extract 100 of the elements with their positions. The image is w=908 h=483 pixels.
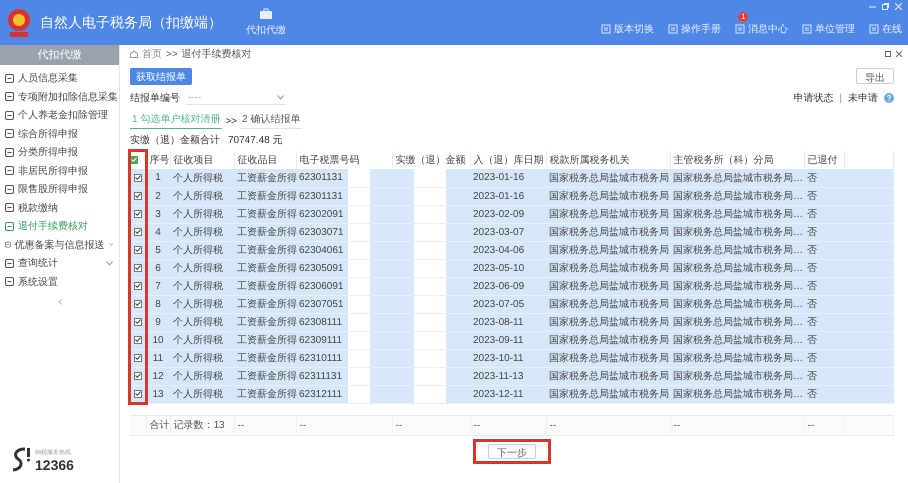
table-cell: 国家税务总局盐城市税务局… bbox=[670, 313, 804, 331]
sidebar-item[interactable]: 查询统计 bbox=[0, 254, 119, 272]
column-header: 税款所属税务机关 bbox=[546, 151, 670, 169]
table-cell: -- bbox=[670, 415, 804, 435]
checkbox[interactable] bbox=[134, 390, 142, 398]
checkbox[interactable] bbox=[134, 318, 142, 326]
checkbox[interactable] bbox=[134, 300, 142, 308]
checkmark-icon bbox=[135, 229, 141, 234]
fetch-button[interactable]: 获取结报单 bbox=[130, 68, 192, 84]
table-cell: 个人所得税 bbox=[170, 241, 234, 259]
table-cell: 62307051 bbox=[296, 295, 392, 313]
table-cell: 62301131 bbox=[296, 187, 392, 205]
table-cell: 工资薪金所得 bbox=[234, 169, 296, 187]
sidebar-item[interactable]: 系统设置 bbox=[0, 272, 119, 291]
sidebar-item[interactable]: 非居民所得申报 bbox=[0, 162, 119, 180]
table-cell: 个人所得税 bbox=[170, 259, 234, 277]
sidebar-item[interactable]: 限售股所得申报 bbox=[0, 180, 119, 198]
checkbox[interactable] bbox=[134, 372, 142, 380]
menu-item-icon bbox=[5, 129, 14, 138]
checkbox[interactable] bbox=[134, 246, 142, 254]
table-cell: 工资薪金所得 bbox=[234, 331, 296, 349]
table-cell: 62302091 bbox=[296, 205, 392, 223]
table-cell: 62303071 bbox=[296, 223, 392, 241]
table-cell: 工资薪金所得 bbox=[234, 385, 296, 403]
status-separator: | bbox=[839, 92, 842, 104]
table-cell: 2023-10-11 bbox=[470, 349, 546, 367]
table-cell: -- bbox=[296, 415, 392, 435]
notification-badge: 1 bbox=[738, 12, 748, 22]
close-icon bbox=[895, 3, 902, 10]
column-header: 入（退）库日期 bbox=[470, 151, 546, 169]
collapse-icon bbox=[56, 299, 62, 305]
table-cell: 2023-01-16 bbox=[470, 187, 546, 205]
table-cell: 国家税务总局盐城市税务局 bbox=[546, 187, 670, 205]
step-tab[interactable]: 2 确认结报单 bbox=[240, 110, 302, 129]
table-cell: 否 bbox=[804, 295, 844, 313]
total-label: 实缴（退）金额合计 bbox=[130, 134, 220, 147]
sidebar-item[interactable]: 退付手续费核对 bbox=[0, 217, 119, 236]
checkbox[interactable] bbox=[134, 228, 142, 236]
table-cell: 2023-12-11 bbox=[470, 385, 546, 403]
menu-item-icon bbox=[5, 240, 11, 250]
checkbox[interactable] bbox=[134, 354, 142, 362]
checkbox[interactable] bbox=[134, 174, 142, 182]
table-cell: 2023-08-11 bbox=[470, 313, 546, 331]
briefcase-icon bbox=[259, 8, 273, 20]
breadcrumb-current: 退付手续费核对 bbox=[182, 48, 252, 61]
table-cell: 国家税务总局盐城市税务局… bbox=[670, 331, 804, 349]
table-cell: 2023-05-10 bbox=[470, 259, 546, 277]
table-cell: 工资薪金所得 bbox=[234, 223, 296, 241]
table-cell: 国家税务总局盐城市税务局… bbox=[670, 385, 804, 403]
checkmark-icon bbox=[135, 337, 141, 342]
table-cell: 2023-11-13 bbox=[470, 367, 546, 385]
table-cell: 国家税务总局盐城市税务局 bbox=[546, 259, 670, 277]
emblem-icon bbox=[6, 8, 32, 38]
restore-icon bbox=[882, 3, 889, 10]
checkbox[interactable] bbox=[134, 210, 142, 218]
table-cell: 否 bbox=[804, 259, 844, 277]
table-cell: 否 bbox=[804, 349, 844, 367]
table-cell: 否 bbox=[804, 223, 844, 241]
table-cell: 国家税务总局盐城市税务局… bbox=[670, 241, 804, 259]
menu-item-icon bbox=[5, 258, 14, 268]
checkbox[interactable] bbox=[134, 264, 142, 272]
table-cell: 否 bbox=[804, 205, 844, 223]
table-cell: 国家税务总局盐城市税务局 bbox=[546, 241, 670, 259]
sidebar-item[interactable]: 专项附加扣除信息采集 bbox=[0, 88, 119, 106]
table-cell: 个人所得税 bbox=[170, 367, 234, 385]
sidebar-item[interactable]: 税款缴纳 bbox=[0, 198, 119, 217]
next-button[interactable]: 下一步 bbox=[488, 444, 536, 458]
table-cell: 国家税务总局盐城市税务局… bbox=[670, 259, 804, 277]
table-cell: 2023-02-09 bbox=[470, 205, 546, 223]
sidebar-item[interactable]: 个人养老金扣除管理 bbox=[0, 106, 119, 124]
table-cell: 工资薪金所得 bbox=[234, 277, 296, 295]
checkmark-icon bbox=[135, 247, 141, 252]
checkmark-icon bbox=[135, 283, 141, 288]
menu-item-icon bbox=[5, 166, 14, 176]
table-cell: 否 bbox=[804, 187, 844, 205]
step-separator: >> bbox=[225, 116, 238, 129]
checkbox[interactable] bbox=[134, 192, 142, 200]
sidebar-item[interactable]: 优惠备案与信息报送 bbox=[0, 236, 119, 254]
export-button[interactable]: 导出 bbox=[856, 68, 894, 84]
table-cell: -- bbox=[234, 415, 296, 435]
menu-item-icon bbox=[5, 184, 14, 194]
table-cell: 工资薪金所得 bbox=[234, 259, 296, 277]
column-header: 电子税票号码 bbox=[296, 151, 392, 169]
checkmark-icon bbox=[135, 319, 141, 324]
header-link[interactable]: 1 消息中心 bbox=[735, 12, 788, 36]
sidebar-item[interactable]: 人员信息采集 bbox=[0, 69, 119, 88]
help-icon bbox=[884, 93, 894, 103]
table-cell: -- bbox=[470, 415, 546, 435]
checkbox[interactable] bbox=[134, 282, 142, 290]
table-cell: 工资薪金所得 bbox=[234, 205, 296, 223]
table-cell: 2023-06-09 bbox=[470, 277, 546, 295]
checkbox[interactable] bbox=[134, 336, 142, 344]
table-cell: 62304061 bbox=[296, 241, 392, 259]
total-value: 70747.48 元 bbox=[228, 134, 282, 147]
checkmark-icon bbox=[135, 373, 141, 378]
sidebar-item[interactable]: 分类所得申报 bbox=[0, 143, 119, 162]
checkmark-icon bbox=[135, 175, 141, 180]
breadcrumb-link[interactable]: 首页 bbox=[142, 47, 162, 61]
sidebar-item[interactable]: 综合所得申报 bbox=[0, 124, 119, 143]
table-cell: 62301131 bbox=[296, 169, 392, 187]
